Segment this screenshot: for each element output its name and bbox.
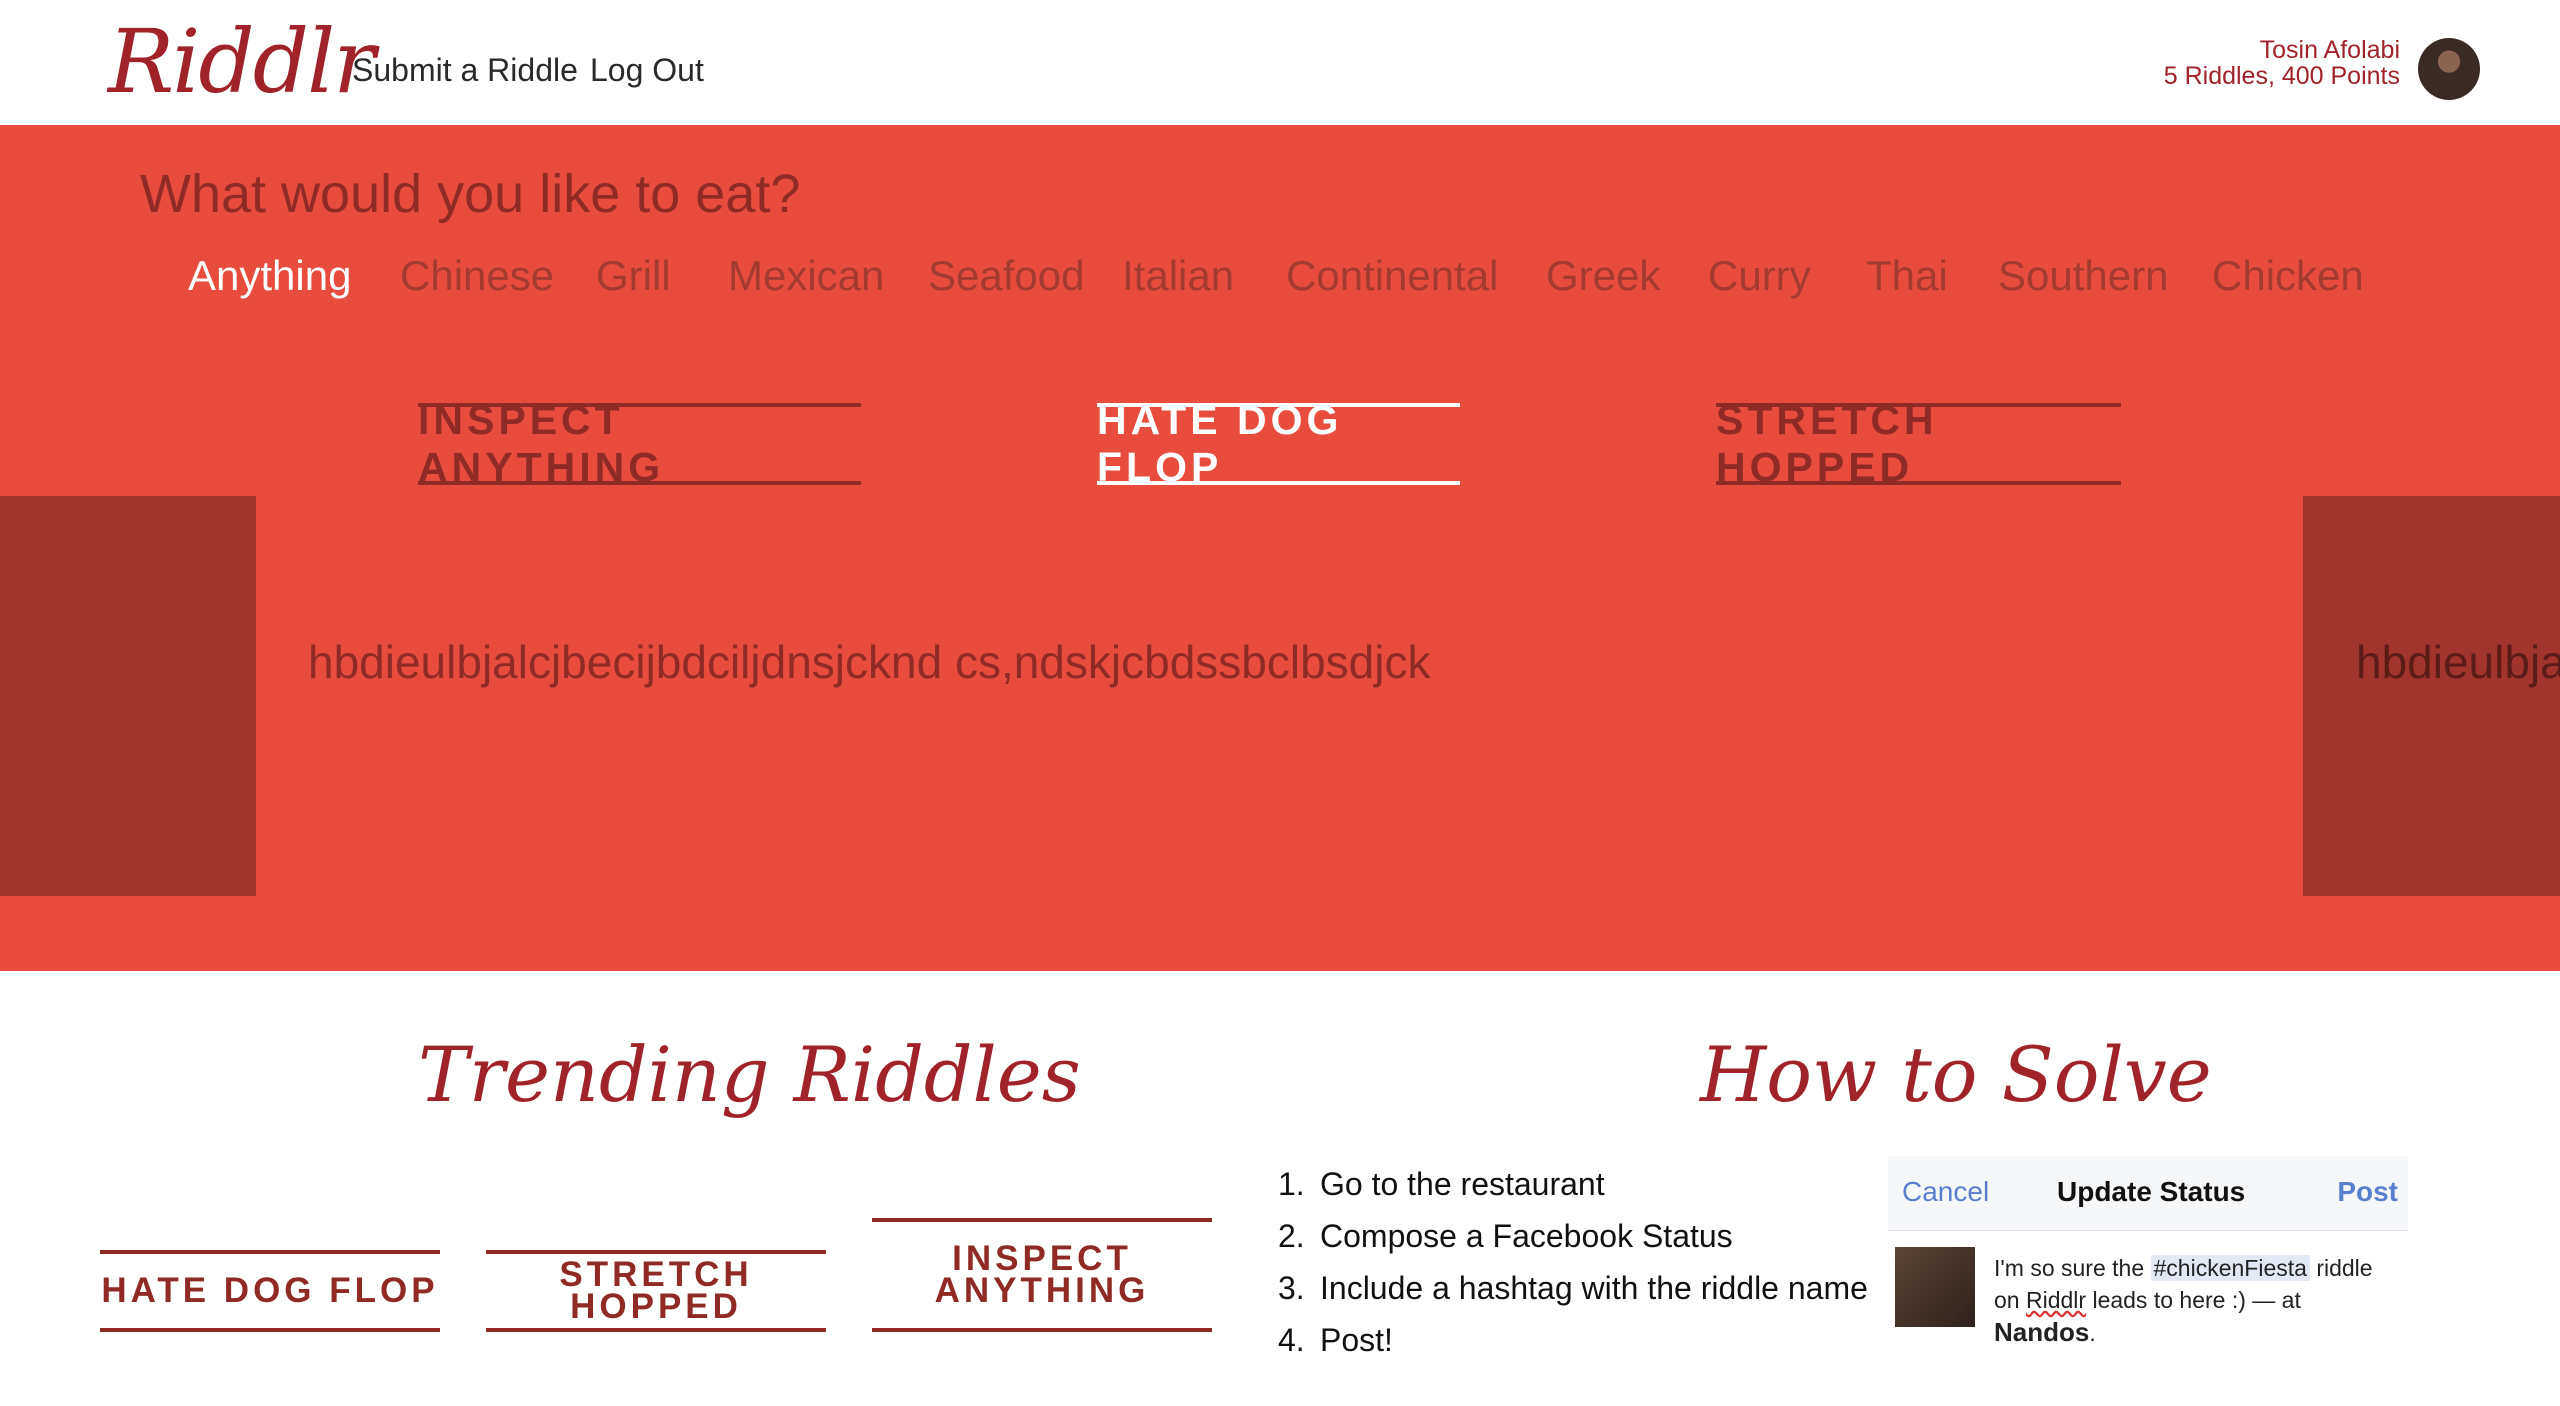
fb-status-text[interactable]: I'm so sure the #chickenFiesta riddle on…: [1994, 1252, 2404, 1349]
category-greek[interactable]: Greek: [1546, 252, 1660, 300]
step-text: Go to the restaurant: [1320, 1166, 1605, 1202]
step-number: 2.: [1278, 1218, 1305, 1254]
riddle-tab-inspect-anything[interactable]: INSPECT ANYTHING: [418, 397, 861, 490]
trending-card-inspect-anything[interactable]: INSPECT ANYTHING: [872, 1218, 1212, 1332]
step-text: Compose a Facebook Status: [1320, 1218, 1733, 1254]
fb-period: .: [2089, 1320, 2096, 1346]
step-item: 2. Compose a Facebook Status: [1278, 1218, 1868, 1270]
step-text: Post!: [1320, 1322, 1393, 1358]
step-item: 3. Include a hashtag with the riddle name: [1278, 1270, 1868, 1322]
food-question: What would you like to eat?: [140, 164, 801, 224]
category-chicken[interactable]: Chicken: [2212, 252, 2364, 300]
fb-place: Nandos: [1994, 1317, 2090, 1347]
riddle-hero: What would you like to eat? Anything Chi…: [0, 125, 2560, 971]
category-italian[interactable]: Italian: [1122, 252, 1234, 300]
category-thai[interactable]: Thai: [1866, 252, 1948, 300]
category-mexican[interactable]: Mexican: [728, 252, 884, 300]
riddle-tab-hate-dog-flop[interactable]: HATE DOG FLOP: [1097, 397, 1460, 490]
step-number: 1.: [1278, 1166, 1305, 1202]
fb-cancel-button[interactable]: Cancel: [1902, 1176, 1989, 1208]
how-to-steps: 1. Go to the restaurant 2. Compose a Faceb…: [1278, 1166, 1868, 1374]
facebook-status-example: Cancel Update Status Post I'm so sure th…: [1888, 1156, 2408, 1386]
category-anything[interactable]: Anything: [188, 252, 351, 300]
trending-card-hate-dog-flop[interactable]: HATE DOG FLOP: [100, 1250, 440, 1332]
how-to-solve-title: How to Solve: [1700, 1030, 2212, 1119]
fb-text-before: I'm so sure the: [1994, 1255, 2151, 1281]
fb-status-title: Update Status: [2057, 1176, 2246, 1207]
submit-riddle-link[interactable]: Submit a Riddle: [352, 52, 578, 89]
fb-profile-photo: [1895, 1247, 1975, 1327]
fb-text-end: leads to here :) — at: [2086, 1287, 2301, 1313]
top-navbar: Riddlr Submit a Riddle Log Out Tosin Afo…: [0, 0, 2560, 125]
user-stats: 5 Riddles, 400 Points: [2163, 62, 2400, 90]
carousel-next-panel[interactable]: [2303, 496, 2560, 896]
category-southern[interactable]: Southern: [1998, 252, 2168, 300]
step-number: 3.: [1278, 1270, 1305, 1306]
user-name[interactable]: Tosin Afolabi: [2260, 36, 2400, 65]
trending-title: Trending Riddles: [418, 1030, 1081, 1119]
step-item: 4. Post!: [1278, 1322, 1868, 1374]
riddle-tab-stretch-hopped[interactable]: STRETCH HOPPED: [1716, 397, 2121, 490]
trending-card-stretch-hopped[interactable]: STRETCH HOPPED: [486, 1250, 826, 1332]
step-item: 1. Go to the restaurant: [1278, 1166, 1868, 1218]
category-seafood[interactable]: Seafood: [928, 252, 1084, 300]
fb-brand: Riddlr: [2025, 1287, 2087, 1313]
category-chinese[interactable]: Chinese: [400, 252, 554, 300]
fb-status-header: Cancel Update Status Post: [1888, 1156, 2408, 1231]
log-out-link[interactable]: Log Out: [590, 52, 704, 89]
fb-post-button[interactable]: Post: [2337, 1176, 2398, 1208]
step-text: Include a hashtag with the riddle name: [1320, 1270, 1868, 1306]
riddle-text: hbdieulbjalcjbecijbdciljdnsjcknd cs,ndsk…: [308, 636, 1431, 688]
user-avatar[interactable]: [2418, 38, 2480, 100]
category-curry[interactable]: Curry: [1708, 252, 1811, 300]
step-number: 4.: [1278, 1322, 1305, 1358]
riddle-text-peek: hbdieulbja: [2356, 636, 2560, 688]
riddlr-logo[interactable]: Riddlr: [108, 10, 375, 113]
category-grill[interactable]: Grill: [596, 252, 671, 300]
fb-hashtag: #chickenFiesta: [2150, 1255, 2310, 1281]
carousel-prev-panel[interactable]: [0, 496, 256, 896]
category-continental[interactable]: Continental: [1286, 252, 1498, 300]
